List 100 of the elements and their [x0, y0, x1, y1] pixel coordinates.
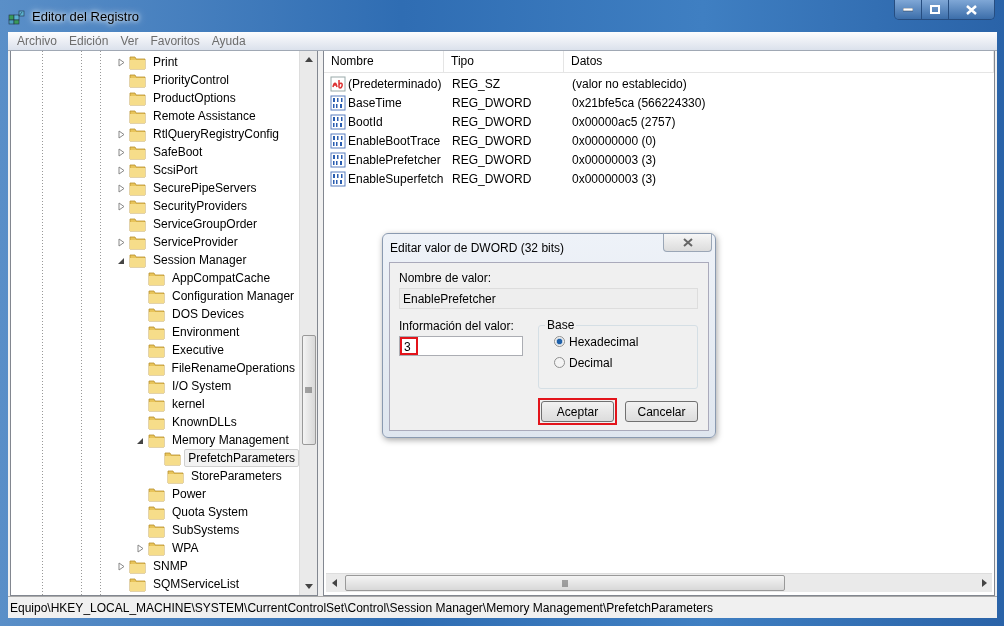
- value-row[interactable]: BaseTime REG_DWORD 0x21bfe5ca (566224330): [324, 93, 994, 112]
- folder-icon: [148, 504, 165, 520]
- tree-item[interactable]: StoreParameters: [187, 467, 286, 485]
- expand-arrow-icon[interactable]: [117, 237, 126, 247]
- close-icon: [966, 4, 977, 15]
- right-arrow-icon[interactable]: [981, 579, 987, 587]
- tree-item[interactable]: ScsiPort: [149, 161, 202, 179]
- expand-arrow-icon[interactable]: [117, 561, 126, 571]
- tree-item[interactable]: DOS Devices: [168, 305, 249, 323]
- column-header[interactable]: Tipo: [444, 51, 564, 72]
- dialog-button[interactable]: Aceptar: [541, 401, 614, 422]
- left-arrow-icon[interactable]: [331, 579, 337, 587]
- folder-icon: [129, 108, 146, 124]
- expand-arrow-icon[interactable]: [136, 543, 145, 553]
- tree-item[interactable]: SecurePipeServers: [149, 179, 261, 197]
- value-type: REG_DWORD: [451, 114, 533, 129]
- tree-item[interactable]: SQMServiceList: [149, 575, 244, 593]
- binary-value-icon: [330, 132, 346, 149]
- scroll-thumb[interactable]: [301, 335, 316, 445]
- vertical-scrollbar[interactable]: [299, 51, 317, 595]
- folder-icon: [148, 306, 165, 322]
- folder-icon: [148, 414, 165, 430]
- expand-arrow-icon[interactable]: [117, 129, 126, 139]
- tree-item[interactable]: AppCompatCache: [168, 269, 275, 287]
- tree-item[interactable]: ServiceProvider: [149, 233, 242, 251]
- tree-item[interactable]: Power: [168, 485, 210, 503]
- maximize-button[interactable]: [921, 0, 948, 19]
- up-arrow-icon[interactable]: [304, 57, 313, 62]
- tree-item[interactable]: ProductOptions: [149, 89, 240, 107]
- tree-item[interactable]: Print: [149, 53, 182, 71]
- tree-item[interactable]: I/O System: [168, 377, 236, 395]
- tree-item[interactable]: Configuration Manager: [168, 287, 299, 305]
- tree-item[interactable]: Remote Assistance: [149, 107, 260, 125]
- menu-item[interactable]: Ayuda: [205, 34, 252, 48]
- radio-button[interactable]: [554, 357, 565, 368]
- menu-item[interactable]: Favoritos: [144, 34, 206, 48]
- value-name-field: EnablePrefetcher: [399, 288, 698, 309]
- tree-item[interactable]: PrefetchParameters: [184, 449, 299, 467]
- expand-arrow-icon[interactable]: [117, 201, 126, 211]
- column-header[interactable]: Datos: [564, 51, 994, 72]
- tree-item[interactable]: SubSystems: [168, 521, 244, 539]
- column-header[interactable]: Nombre: [324, 51, 444, 72]
- binary-value-icon: [330, 151, 346, 168]
- tree-item[interactable]: FileRenameOperations: [167, 359, 299, 377]
- tree-item[interactable]: ServiceGroupOrder: [149, 215, 262, 233]
- tree-item[interactable]: Executive: [168, 341, 229, 359]
- expand-arrow-icon[interactable]: [117, 183, 126, 193]
- folder-icon: [148, 522, 165, 538]
- menu-item[interactable]: Archivo: [11, 34, 63, 48]
- tree-item[interactable]: RtlQueryRegistryConfig: [149, 125, 284, 143]
- close-button[interactable]: [948, 0, 994, 19]
- folder-icon: [129, 252, 146, 268]
- field-label: Nombre de valor:: [399, 271, 493, 285]
- horizontal-scrollbar[interactable]: [326, 573, 992, 592]
- tree-item[interactable]: Session Manager: [149, 251, 251, 269]
- radio-option[interactable]: Hexadecimal: [554, 334, 697, 349]
- tree-item[interactable]: Environment: [168, 323, 244, 341]
- expand-arrow-icon[interactable]: [117, 147, 126, 157]
- radio-option[interactable]: Decimal: [554, 355, 697, 370]
- value-row[interactable]: BootId REG_DWORD 0x00000ac5 (2757): [324, 112, 994, 131]
- registry-cubes-icon: [8, 7, 26, 25]
- menu-item[interactable]: Edición: [63, 34, 115, 48]
- value-row[interactable]: (Predeterminado) REG_SZ (valor no establecido): [324, 74, 994, 93]
- tree-item[interactable]: SNMP: [149, 557, 192, 575]
- tree-item[interactable]: WPA: [168, 539, 203, 557]
- down-arrow-icon[interactable]: [304, 584, 313, 589]
- radio-button[interactable]: [554, 336, 565, 347]
- value-data-field[interactable]: 3: [399, 336, 523, 356]
- menu-item[interactable]: Ver: [114, 34, 145, 48]
- value-row[interactable]: EnableSuperfetch REG_DWORD 0x00000003 (3): [324, 169, 994, 188]
- value-type: REG_DWORD: [451, 152, 533, 167]
- value-type: REG_DWORD: [451, 171, 533, 186]
- expand-arrow-icon[interactable]: [117, 57, 126, 67]
- close-button[interactable]: [663, 234, 712, 252]
- folder-icon: [129, 216, 146, 232]
- value-name: EnablePrefetcher: [348, 152, 441, 167]
- folder-icon: [129, 234, 146, 250]
- value-row[interactable]: EnableBootTrace REG_DWORD 0x00000000 (0): [324, 131, 994, 150]
- folder-icon: [148, 396, 165, 412]
- tree-item[interactable]: PriorityControl: [149, 71, 234, 89]
- tree-item[interactable]: KnownDLLs: [168, 413, 241, 431]
- tree-item[interactable]: SafeBoot: [149, 143, 207, 161]
- expand-arrow-icon[interactable]: [117, 165, 126, 175]
- dialog-button[interactable]: Cancelar: [625, 401, 698, 422]
- tree-item[interactable]: Memory Management: [168, 431, 293, 449]
- folder-icon: [148, 540, 165, 556]
- folder-icon: [148, 486, 165, 502]
- tree-item[interactable]: SecurityProviders: [149, 197, 252, 215]
- status-path: Equipo\HKEY_LOCAL_MACHINE\SYSTEM\CurrentControlSet\Control\Session Manager\Memory Management\PrefetchParameters: [10, 600, 713, 615]
- folder-icon: [148, 432, 165, 448]
- value-name: BootId: [348, 114, 383, 129]
- tree-item[interactable]: kernel: [168, 395, 209, 413]
- folder-icon: [129, 144, 146, 160]
- folder-icon: [129, 198, 146, 214]
- binary-value-icon: [330, 170, 346, 187]
- scroll-thumb[interactable]: [345, 575, 785, 591]
- folder-icon: [164, 450, 182, 466]
- folder-icon: [129, 576, 146, 592]
- tree-item[interactable]: Quota System: [168, 503, 253, 521]
- value-row[interactable]: EnablePrefetcher REG_DWORD 0x00000003 (3): [324, 150, 994, 169]
